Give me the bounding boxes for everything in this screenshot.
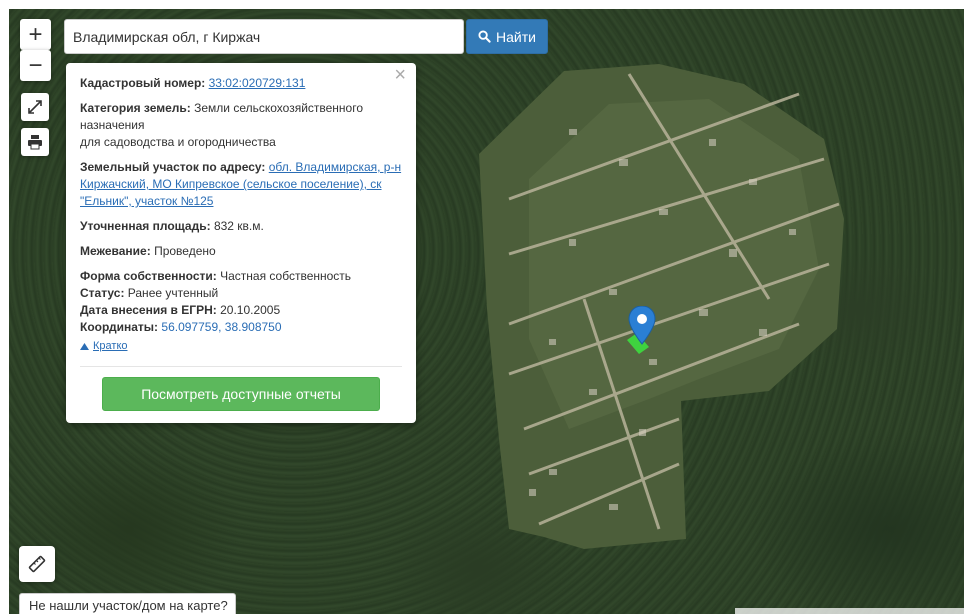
- cadastral-row: Кадастровый номер: 33:02:020729:131: [80, 75, 402, 92]
- brief-link: Кратко: [93, 340, 128, 352]
- area-label: Уточненная площадь:: [80, 219, 211, 233]
- cadastral-number-link[interactable]: 33:02:020729:131: [209, 76, 306, 90]
- scale-bar: [735, 608, 964, 614]
- search-button-label: Найти: [496, 28, 536, 45]
- ruler-button[interactable]: [19, 546, 55, 582]
- triangle-up-icon: [80, 343, 89, 350]
- ownership-label: Форма собственности:: [80, 269, 217, 283]
- category-value-3: для садоводства и огородничества: [80, 135, 276, 149]
- category-value-2: назначения: [80, 118, 145, 132]
- area-value: 832 кв.м.: [213, 219, 264, 233]
- not-found-button[interactable]: Не нашли участок/дом на карте?: [19, 593, 236, 614]
- close-icon[interactable]: ×: [394, 65, 406, 85]
- zoom-out-button[interactable]: −: [20, 50, 51, 81]
- status-row: Статус: Ранее учтенный: [80, 285, 402, 302]
- survey-row: Межевание: Проведено: [80, 243, 402, 260]
- view-reports-button[interactable]: Посмотреть доступные отчеты: [102, 377, 380, 411]
- ruler-icon: [28, 555, 46, 573]
- egrn-date-row: Дата внесения в ЕГРН: 20.10.2005: [80, 302, 402, 319]
- ownership-value: Частная собственность: [220, 269, 352, 283]
- coords-value[interactable]: 56.097759, 38.908750: [161, 320, 281, 334]
- brief-toggle[interactable]: Кратко: [80, 338, 402, 355]
- status-label: Статус:: [80, 286, 125, 300]
- print-button[interactable]: [21, 128, 49, 156]
- printer-icon: [28, 135, 42, 150]
- magnifier-icon: [478, 30, 491, 43]
- area-row: Уточненная площадь: 832 кв.м.: [80, 218, 402, 235]
- category-row: Категория земель: Земли сельскохозяйстве…: [80, 100, 402, 151]
- search-input[interactable]: [64, 19, 464, 54]
- cadastral-label: Кадастровый номер:: [80, 76, 206, 90]
- category-label: Категория земель:: [80, 101, 191, 115]
- parcel-info-popup: × Кадастровый номер: 33:02:020729:131 Ка…: [66, 63, 416, 423]
- survey-label: Межевание:: [80, 244, 151, 258]
- expand-arrows-icon: [28, 100, 42, 114]
- egrn-date-label: Дата внесения в ЕГРН:: [80, 303, 217, 317]
- address-label: Земельный участок по адресу:: [80, 160, 266, 174]
- category-value-1: Земли сельскохозяйственного: [194, 101, 364, 115]
- coords-row: Координаты: 56.097759, 38.908750: [80, 319, 402, 336]
- map-pin-icon[interactable]: [628, 306, 656, 346]
- fullscreen-button[interactable]: [21, 93, 49, 121]
- status-value: Ранее учтенный: [127, 286, 219, 300]
- search-button[interactable]: Найти: [466, 19, 548, 54]
- survey-value: Проведено: [154, 244, 216, 258]
- address-row: Земельный участок по адресу: обл. Владим…: [80, 159, 402, 210]
- ownership-row: Форма собственности: Частная собственнос…: [80, 268, 402, 285]
- popup-divider: [80, 366, 402, 367]
- coords-label: Координаты:: [80, 320, 159, 334]
- egrn-date-value: 20.10.2005: [220, 303, 281, 317]
- zoom-in-button[interactable]: +: [20, 19, 51, 50]
